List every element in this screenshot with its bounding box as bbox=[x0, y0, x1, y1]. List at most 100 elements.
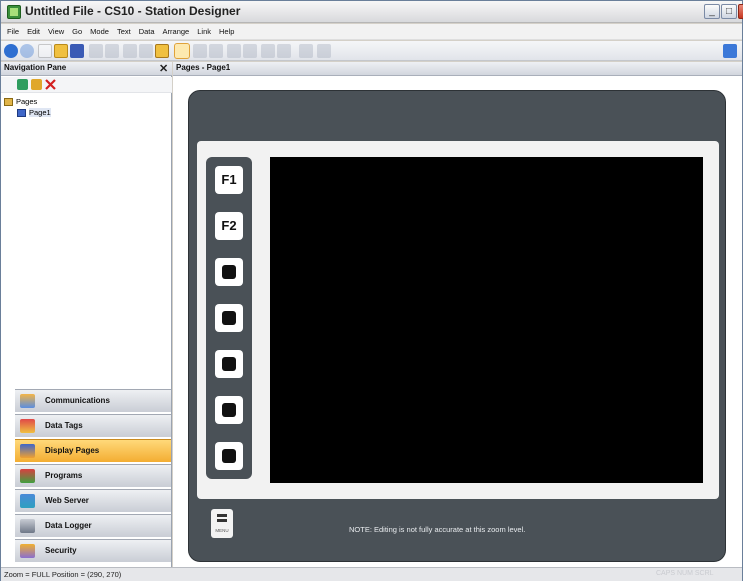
menu-go[interactable]: Go bbox=[68, 24, 86, 36]
communications-icon bbox=[20, 394, 35, 408]
function-key-f1[interactable]: F1 bbox=[215, 166, 243, 194]
app-window: Untitled File - CS10 - Station Designer … bbox=[0, 0, 743, 581]
page-tree: Pages Page1 bbox=[1, 94, 172, 394]
page-icon bbox=[17, 109, 26, 118]
tree-item-page1[interactable]: Page1 bbox=[17, 108, 51, 118]
save-icon[interactable] bbox=[70, 44, 84, 58]
app-icon bbox=[7, 5, 21, 19]
nav-button-communications[interactable]: Communications bbox=[15, 389, 171, 412]
nav-button-data-tags[interactable]: Data Tags bbox=[15, 414, 171, 437]
menu-key[interactable]: MENU bbox=[211, 509, 233, 538]
status-text: Zoom = FULL Position = (290, 270) bbox=[4, 570, 122, 579]
back-icon[interactable] bbox=[4, 44, 18, 58]
menu-file[interactable]: File bbox=[3, 24, 23, 36]
soft-key-3[interactable] bbox=[215, 258, 243, 286]
display-screen[interactable] bbox=[270, 157, 703, 483]
cut-icon[interactable] bbox=[123, 44, 137, 58]
nav-button-label: Data Logger bbox=[45, 521, 92, 530]
copy-icon[interactable] bbox=[139, 44, 153, 58]
device-panel: F1 F2 MENU NOTE: Editing is not fully ac… bbox=[188, 90, 726, 562]
minimize-button[interactable]: _ bbox=[704, 4, 720, 19]
open-folder-icon[interactable] bbox=[54, 44, 68, 58]
menu-link[interactable]: Link bbox=[193, 24, 215, 36]
nav-button-label: Security bbox=[45, 546, 77, 555]
page-editor: Pages - Page1 F1 F2 MENU NOTE: Editing i… bbox=[173, 62, 742, 567]
programs-icon bbox=[20, 469, 35, 483]
navigation-tools bbox=[1, 77, 172, 93]
editor-tab[interactable]: Pages - Page1 bbox=[173, 62, 742, 76]
help-icon[interactable] bbox=[723, 44, 737, 58]
security-icon bbox=[20, 544, 35, 558]
navigation-pane: Navigation Pane ✕ Pages Page1 Communicat… bbox=[1, 62, 172, 567]
nav-button-programs[interactable]: Programs bbox=[15, 464, 171, 487]
navigation-pane-header: Navigation Pane ✕ bbox=[1, 62, 172, 76]
tool4-icon[interactable] bbox=[317, 44, 331, 58]
window-title: Untitled File - CS10 - Station Designer bbox=[25, 4, 241, 18]
data-logger-icon bbox=[20, 519, 35, 533]
tool3-icon[interactable] bbox=[299, 44, 313, 58]
nav-button-label: Web Server bbox=[45, 496, 89, 505]
status-bar: Zoom = FULL Position = (290, 270) CAPS N… bbox=[1, 567, 742, 581]
paste-icon[interactable] bbox=[155, 44, 169, 58]
select-pointer-icon[interactable] bbox=[174, 43, 190, 59]
tree-item-label: Page1 bbox=[29, 108, 51, 117]
close-icon[interactable]: ✕ bbox=[159, 62, 168, 75]
redo-icon[interactable] bbox=[209, 44, 223, 58]
nav-button-security[interactable]: Security bbox=[15, 539, 171, 562]
soft-key-6[interactable] bbox=[215, 396, 243, 424]
square-key-icon bbox=[222, 265, 236, 279]
tool-icon[interactable] bbox=[261, 44, 275, 58]
menu-bar: File Edit View Go Mode Text Data Arrange Link Hel… bbox=[1, 24, 742, 40]
nav-button-label: Data Tags bbox=[45, 421, 83, 430]
pages-folder-icon bbox=[4, 98, 13, 107]
nav-button-label: Display Pages bbox=[45, 446, 100, 455]
tree-item-label: Pages bbox=[16, 97, 38, 106]
menu-text[interactable]: Text bbox=[113, 24, 135, 36]
square-key-icon bbox=[222, 357, 236, 371]
add-item-icon[interactable] bbox=[17, 79, 28, 90]
nav-button-data-logger[interactable]: Data Logger bbox=[15, 514, 171, 537]
new-file-icon[interactable] bbox=[38, 44, 52, 58]
find-icon[interactable] bbox=[227, 44, 241, 58]
add-folder-icon[interactable] bbox=[31, 79, 42, 90]
replace-icon[interactable] bbox=[243, 44, 257, 58]
data-tags-icon bbox=[20, 419, 35, 433]
status-indicators: CAPS NUM SCRL bbox=[656, 570, 714, 577]
tool2-icon[interactable] bbox=[277, 44, 291, 58]
title-bar: Untitled File - CS10 - Station Designer … bbox=[1, 1, 743, 23]
soft-key-7[interactable] bbox=[215, 442, 243, 470]
print-preview-icon[interactable] bbox=[105, 44, 119, 58]
menu-view[interactable]: View bbox=[44, 24, 68, 36]
function-key-strip: F1 F2 bbox=[206, 157, 252, 479]
nav-button-label: Programs bbox=[45, 471, 83, 480]
soft-key-5[interactable] bbox=[215, 350, 243, 378]
nav-left-strip bbox=[1, 389, 15, 567]
zoom-note: NOTE: Editing is not fully accurate at t… bbox=[349, 525, 526, 534]
menu-help[interactable]: Help bbox=[215, 24, 238, 36]
nav-button-web-server[interactable]: Web Server bbox=[15, 489, 171, 512]
square-key-icon bbox=[222, 403, 236, 417]
function-key-f2[interactable]: F2 bbox=[215, 212, 243, 240]
maximize-button[interactable]: □ bbox=[721, 4, 737, 19]
forward-icon[interactable] bbox=[20, 44, 34, 58]
print-icon[interactable] bbox=[89, 44, 103, 58]
nav-button-display-pages[interactable]: Display Pages bbox=[15, 439, 171, 462]
square-key-icon bbox=[222, 449, 236, 463]
display-pages-icon bbox=[20, 444, 35, 458]
toolbar bbox=[1, 41, 742, 61]
delete-icon[interactable] bbox=[45, 79, 56, 90]
device-bezel: F1 F2 bbox=[197, 141, 719, 499]
undo-icon[interactable] bbox=[193, 44, 207, 58]
close-window-button[interactable] bbox=[738, 4, 743, 19]
tree-item-pages[interactable]: Pages bbox=[4, 97, 37, 107]
menu-key-bar-icon bbox=[217, 514, 227, 517]
nav-button-label: Communications bbox=[45, 396, 110, 405]
menu-arrange[interactable]: Arrange bbox=[159, 24, 194, 36]
menu-edit[interactable]: Edit bbox=[23, 24, 44, 36]
nav-category-buttons: Communications Data Tags Display Pages P… bbox=[1, 389, 172, 567]
menu-data[interactable]: Data bbox=[135, 24, 159, 36]
web-server-icon bbox=[20, 494, 35, 508]
menu-mode[interactable]: Mode bbox=[86, 24, 113, 36]
soft-key-4[interactable] bbox=[215, 304, 243, 332]
editor-tab-label: Pages - Page1 bbox=[176, 63, 231, 72]
